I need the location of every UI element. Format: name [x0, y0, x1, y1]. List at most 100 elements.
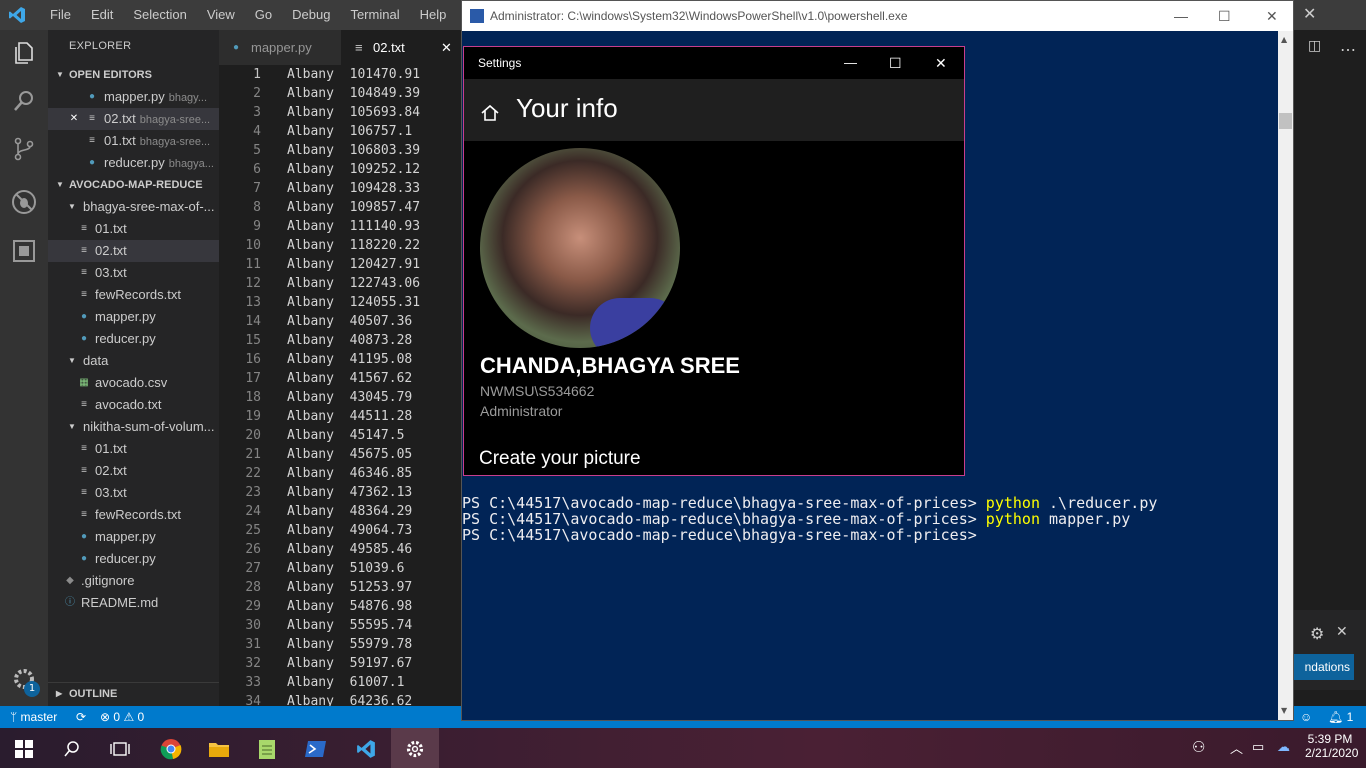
outline-header[interactable]: ▶ OUTLINE: [48, 682, 219, 705]
chevron-right-icon: ▶: [56, 689, 63, 698]
tree-folder[interactable]: ▼ bhagya-sree-max-of-...: [48, 196, 219, 218]
tab-mapper-py[interactable]: ● mapper.py: [219, 30, 341, 65]
feedback-smiley-icon[interactable]: ☺: [1300, 706, 1312, 728]
line-number: 28: [245, 580, 261, 595]
debug-icon[interactable]: [10, 188, 38, 216]
tree-file-name: 02.txt: [95, 463, 127, 478]
close-icon[interactable]: ✕: [68, 113, 80, 125]
tree-file[interactable]: ≡ 01.txt: [48, 438, 219, 460]
clock[interactable]: 5:39 PM 2/21/2020: [1305, 732, 1358, 760]
more-actions-icon[interactable]: …: [1340, 36, 1356, 55]
project-header[interactable]: ▼ AVOCADO-MAP-REDUCE: [48, 174, 219, 196]
tree-folder[interactable]: ▼ data: [48, 350, 219, 372]
tree-file[interactable]: ≡ 01.txt: [48, 218, 219, 240]
line-number: 19: [245, 409, 261, 424]
menu-terminal[interactable]: Terminal: [340, 0, 409, 30]
maximize-icon[interactable]: ☐: [889, 47, 902, 79]
menu-edit[interactable]: Edit: [81, 0, 123, 30]
search-icon[interactable]: [48, 728, 96, 768]
open-editor-item[interactable]: ● mapper.py bhagy...: [48, 86, 219, 108]
tree-file[interactable]: ▦ avocado.csv: [48, 372, 219, 394]
line-number: 29: [245, 599, 261, 614]
tree-file[interactable]: ● reducer.py: [48, 548, 219, 570]
settings-titlebar: Settings — ☐ ✕: [464, 47, 964, 79]
network-icon[interactable]: ▭: [1252, 739, 1264, 755]
close-icon[interactable]: ✕: [935, 47, 947, 79]
open-editor-item[interactable]: ✕ ≡ 02.txt bhagya-sree...: [48, 108, 219, 130]
start-windows-icon[interactable]: [0, 728, 48, 768]
close-icon[interactable]: ✕: [441, 30, 452, 65]
line-number: 10: [245, 238, 261, 253]
tree-file[interactable]: ◆ .gitignore: [48, 570, 219, 592]
extensions-icon[interactable]: [10, 238, 38, 266]
code-line: Albany 41567.62: [287, 371, 413, 386]
settings-taskbar-icon[interactable]: [391, 728, 439, 768]
tree-folder[interactable]: ▼ nikitha-sum-of-volum...: [48, 416, 219, 438]
open-editor-desc: bhagya-sree...: [139, 114, 211, 126]
minimize-icon[interactable]: —: [1174, 1, 1188, 31]
task-view-icon[interactable]: [96, 728, 144, 768]
menu-go[interactable]: Go: [245, 0, 282, 30]
problems-indicator[interactable]: ⊗ 0 ⚠ 0: [100, 706, 144, 728]
code-line: Albany 111140.93: [287, 219, 421, 234]
tree-file[interactable]: ≡ fewRecords.txt: [48, 504, 219, 526]
tree-file[interactable]: ≡ 02.txt: [48, 460, 219, 482]
open-editors-header[interactable]: ▼ OPEN EDITORS: [48, 64, 219, 86]
search-icon[interactable]: [10, 88, 38, 116]
powershell-scrollbar[interactable]: ▲ ▼: [1278, 31, 1293, 720]
notification-gear-icon[interactable]: ⚙: [1310, 624, 1324, 643]
source-control-icon[interactable]: [10, 136, 38, 164]
notepad-plus-icon[interactable]: [243, 728, 291, 768]
open-editor-item[interactable]: ● reducer.py bhagya...: [48, 152, 219, 174]
notifications-bell[interactable]: 🔔︎ 1: [1328, 706, 1353, 728]
sync-icon[interactable]: ⟳: [76, 706, 86, 728]
tree-file[interactable]: ● reducer.py: [48, 328, 219, 350]
scroll-up-icon[interactable]: ▲: [1281, 35, 1287, 44]
tree-folder-name: nikitha-sum-of-volum...: [83, 419, 215, 434]
scroll-thumb[interactable]: [1279, 113, 1292, 129]
onedrive-icon[interactable]: ☁: [1277, 739, 1290, 755]
minimize-icon[interactable]: —: [844, 47, 857, 79]
console-prompt: PS C:\44517\avocado-map-reduce\bhagya-sr…: [462, 526, 977, 544]
split-editor-icon[interactable]: ◫: [1308, 38, 1321, 54]
home-icon[interactable]: [480, 103, 500, 128]
tree-file[interactable]: ≡ 03.txt: [48, 262, 219, 284]
tree-file[interactable]: ≡ avocado.txt: [48, 394, 219, 416]
branch-indicator[interactable]: ᛘ master: [10, 706, 57, 728]
scroll-down-icon[interactable]: ▼: [1281, 706, 1287, 715]
open-editor-item[interactable]: ≡ 01.txt bhagya-sree...: [48, 130, 219, 152]
taskbar: ⚇ ︿ ▭ ☁ 5:39 PM 2/21/2020: [0, 728, 1366, 768]
powershell-taskbar-icon[interactable]: [292, 728, 340, 768]
menu-debug[interactable]: Debug: [282, 0, 340, 30]
tree-file[interactable]: ● mapper.py: [48, 306, 219, 328]
file-explorer-icon[interactable]: [195, 728, 243, 768]
tree-file[interactable]: ≡ 02.txt: [48, 240, 219, 262]
code-editor[interactable]: 1 Albany 101470.91 2 Albany 104849.39 3 Alban…: [219, 65, 461, 706]
notification-close-icon[interactable]: ✕: [1336, 624, 1348, 640]
maximize-icon[interactable]: ☐: [1218, 1, 1231, 31]
tree-file[interactable]: ● mapper.py: [48, 526, 219, 548]
tree-file[interactable]: ≡ 03.txt: [48, 482, 219, 504]
vscode-taskbar-icon[interactable]: [342, 728, 390, 768]
python-file-icon: ●: [88, 91, 96, 102]
explorer-icon[interactable]: [10, 40, 38, 68]
code-line: Albany 49585.46: [287, 542, 413, 557]
vscode-close-icon[interactable]: ✕: [1303, 4, 1316, 26]
chevron-up-icon[interactable]: ︿: [1230, 738, 1243, 757]
chrome-icon[interactable]: [147, 728, 195, 768]
line-number: 16: [245, 352, 261, 367]
chevron-down-icon: ▼: [68, 422, 76, 431]
line-number: 25: [245, 523, 261, 538]
people-icon[interactable]: ⚇: [1192, 738, 1205, 756]
tree-file[interactable]: ≡ fewRecords.txt: [48, 284, 219, 306]
bell-icon: 🔔︎: [1328, 710, 1344, 724]
menu-help[interactable]: Help: [410, 0, 457, 30]
tree-file[interactable]: ⓘ README.md: [48, 592, 219, 614]
menu-view[interactable]: View: [197, 0, 245, 30]
code-line: Albany 47362.13: [287, 485, 413, 500]
menu-selection[interactable]: Selection: [123, 0, 196, 30]
close-icon[interactable]: ✕: [1266, 1, 1278, 31]
menu-file[interactable]: File: [40, 0, 81, 30]
open-editor-desc: bhagya-sree...: [139, 136, 211, 148]
tab-02-txt[interactable]: ≡ 02.txt ✕: [341, 30, 461, 65]
